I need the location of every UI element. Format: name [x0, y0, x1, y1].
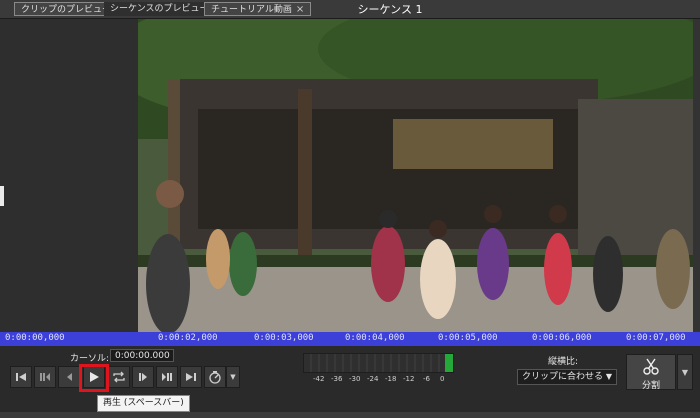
meter-scale-label: -36: [331, 375, 343, 383]
preview-scroll-edge: [693, 19, 700, 332]
timeline-tick: 0:00:04,000: [345, 333, 405, 343]
skip-to-start-icon: [16, 373, 26, 381]
loop-icon: [113, 371, 125, 383]
aspect-ratio-value: クリップに合わせる: [522, 372, 604, 382]
playback-speed-button[interactable]: [204, 366, 226, 388]
cursor-label: カーソル:: [70, 354, 110, 364]
previous-frame-icon: [40, 373, 50, 381]
timeline-ruler[interactable]: 0:00:00,000 0:00:02,000 0:00:03,000 0:00…: [0, 332, 700, 346]
meter-scale-label: -30: [349, 375, 361, 383]
preview-tab-bar: クリップのプレビュー シーケンスのプレビュー チュートリアル動画 × シーケンス …: [0, 0, 700, 19]
skip-to-end-icon: [186, 373, 196, 381]
split-options-dropdown[interactable]: ▼: [677, 354, 693, 390]
panel-resize-handle[interactable]: [0, 186, 4, 206]
meter-scale-label: -24: [367, 375, 379, 383]
timeline-tick: 0:00:03,000: [254, 333, 314, 343]
step-forward-icon: [139, 373, 147, 381]
video-preview-frame: [138, 19, 693, 332]
chevron-down-icon: ▼: [681, 367, 689, 377]
chevron-down-icon: ▼: [605, 372, 612, 381]
timeline-tick: 0:00:06,000: [532, 333, 592, 343]
speed-dial-icon: [209, 371, 221, 384]
timeline-tick: 0:00:00,000: [5, 333, 65, 343]
step-back-button[interactable]: [58, 366, 80, 388]
meter-scale-label: -42: [313, 375, 325, 383]
step-back-icon: [67, 373, 72, 381]
aspect-ratio-select[interactable]: クリップに合わせる ▼: [517, 369, 617, 385]
preview-side-panel: [0, 19, 138, 332]
go-to-end-button[interactable]: [180, 366, 202, 388]
play-button-highlight: [79, 364, 109, 392]
go-to-start-button[interactable]: [10, 366, 32, 388]
timeline-tick: 0:00:05,000: [438, 333, 498, 343]
timeline-tick: 0:00:02,000: [158, 333, 218, 343]
scissors-icon: [643, 358, 659, 375]
timeline-tick: 0:00:07,000: [626, 333, 686, 343]
video-frame-image: [138, 19, 693, 332]
meter-scale-label: -12: [403, 375, 415, 383]
chevron-down-icon: ▼: [230, 373, 236, 381]
audio-level-meter: [303, 353, 454, 373]
split-label: 分割: [641, 381, 660, 391]
next-edit-point-button[interactable]: [156, 366, 178, 388]
meter-scale-label: -18: [385, 375, 397, 383]
step-forward-button[interactable]: [132, 366, 154, 388]
next-frame-icon: [162, 373, 172, 381]
meter-scale-label: -6: [423, 375, 430, 383]
audio-meter-level: [445, 354, 453, 372]
loop-button[interactable]: [108, 366, 130, 388]
previous-edit-point-button[interactable]: [34, 366, 56, 388]
split-button[interactable]: 分割: [626, 354, 676, 391]
playback-speed-dropdown[interactable]: ▼: [226, 366, 240, 388]
play-tooltip: 再生 (スペースバー): [97, 395, 190, 412]
meter-scale-label: 0: [440, 375, 445, 383]
audio-meter-cells: [304, 354, 445, 372]
cursor-time-field[interactable]: 0:00:00.000: [110, 349, 174, 362]
sequence-title: シーケンス 1: [357, 3, 423, 16]
aspect-ratio-label: 縦横比:: [548, 357, 579, 367]
bottom-status-strip: [0, 412, 700, 418]
